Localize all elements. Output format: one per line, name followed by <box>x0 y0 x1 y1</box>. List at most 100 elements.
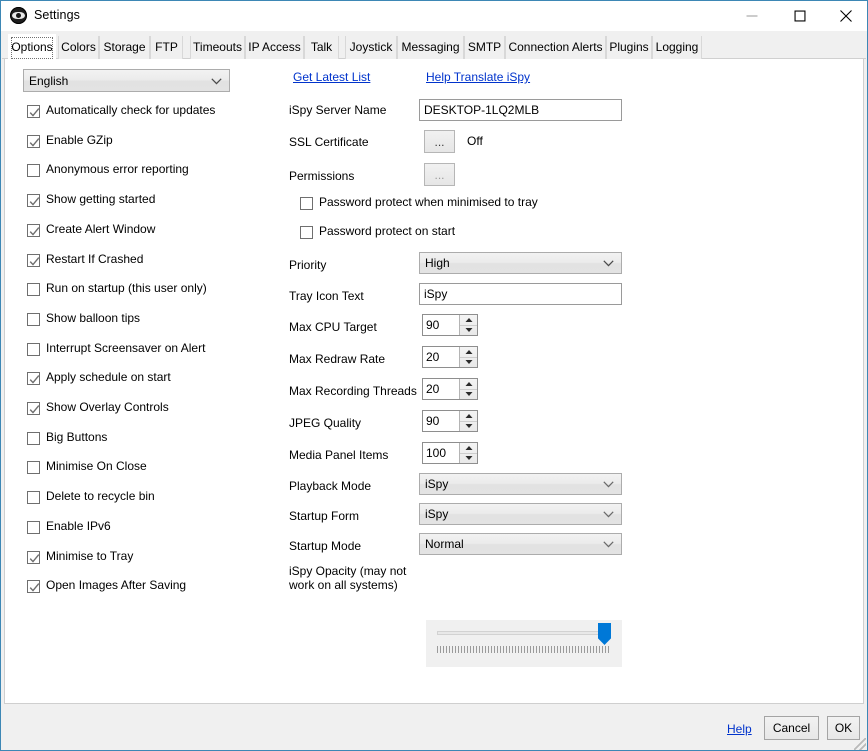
chevron-down-icon <box>603 256 614 270</box>
tab-timeouts[interactable]: Timeouts <box>190 36 245 59</box>
permissions-label: Permissions <box>289 169 355 183</box>
stepper-down-button[interactable] <box>460 325 477 335</box>
max-redraw-rate-value: 20 <box>426 350 440 364</box>
checkbox-box <box>27 580 40 594</box>
priority-select[interactable]: High <box>419 252 622 274</box>
chevron-down-icon <box>465 456 472 460</box>
checkbox-box <box>27 283 40 297</box>
max-cpu-target-stepper[interactable]: 90 <box>422 314 478 336</box>
check-icon <box>29 405 40 414</box>
checkbox-box <box>27 253 40 267</box>
max-redraw-rate-stepper[interactable]: 20 <box>422 346 478 368</box>
checkbox-label: Show Overlay Controls <box>46 400 169 414</box>
resize-grip[interactable] <box>854 738 866 750</box>
language-select[interactable]: English <box>23 69 230 92</box>
checkbox-label: Delete to recycle bin <box>46 489 155 504</box>
server-name-label: iSpy Server Name <box>289 103 387 117</box>
checkbox-label: Open Images After Saving <box>46 578 187 593</box>
checkbox-box <box>300 226 313 239</box>
checkbox-box <box>27 461 40 475</box>
checkbox-box <box>300 197 313 210</box>
help-translate-link[interactable]: Help Translate iSpy <box>426 70 530 84</box>
ssl-certificate-browse-button[interactable]: ... <box>424 130 455 153</box>
server-name-value: DESKTOP-1LQ2MLB <box>424 103 540 117</box>
checkbox-box <box>27 164 40 178</box>
checkbox-box <box>27 134 40 148</box>
title-bar: Settings <box>1 1 867 31</box>
tab-talk[interactable]: Talk <box>304 36 339 59</box>
checkbox-box <box>27 431 40 445</box>
media-panel-items-stepper[interactable]: 100 <box>422 442 478 464</box>
priority-label: Priority <box>289 258 327 272</box>
close-button[interactable] <box>823 1 867 31</box>
opacity-thumb[interactable] <box>598 623 611 645</box>
checkbox-label: Show balloon tips <box>46 310 141 325</box>
permissions-browse-button[interactable]: ... <box>424 163 455 186</box>
tab-label: SMTP <box>467 40 502 54</box>
playback-mode-select[interactable]: iSpy <box>419 473 622 495</box>
cancel-button[interactable]: Cancel <box>764 716 819 740</box>
checkbox-label: Minimise On Close <box>46 459 147 474</box>
stepper-buttons <box>459 379 477 399</box>
window-title: Settings <box>34 8 80 22</box>
tab-label: FTP <box>155 40 178 54</box>
tab-ftp[interactable]: FTP <box>150 36 183 59</box>
tab-plugins[interactable]: Plugins <box>606 36 652 59</box>
tab-label: Storage <box>103 40 146 54</box>
tab-label: Talk <box>310 40 333 54</box>
server-name-input[interactable]: DESKTOP-1LQ2MLB <box>419 99 622 121</box>
jpeg-quality-stepper[interactable]: 90 <box>422 410 478 432</box>
chevron-up-icon <box>465 414 472 418</box>
chevron-up-icon <box>465 350 472 354</box>
checkbox-box <box>27 194 40 208</box>
opacity-label: iSpy Opacity (may not work on all system… <box>289 564 407 592</box>
chevron-up-icon <box>465 446 472 450</box>
stepper-down-button[interactable] <box>460 389 477 399</box>
ssl-certificate-status: Off <box>467 134 483 148</box>
check-icon <box>29 108 40 117</box>
max-recording-threads-stepper[interactable]: 20 <box>422 378 478 400</box>
stepper-buttons <box>459 443 477 463</box>
tab-logging[interactable]: Logging <box>652 36 702 59</box>
tab-joystick[interactable]: Joystick <box>345 36 397 59</box>
tray-icon-text-input[interactable]: iSpy <box>419 283 622 305</box>
stepper-buttons <box>459 315 477 335</box>
startup-form-select[interactable]: iSpy <box>419 503 622 525</box>
chevron-down-icon <box>603 537 614 551</box>
media-panel-items-label: Media Panel Items <box>289 448 389 462</box>
opacity-slider[interactable] <box>426 620 622 667</box>
tab-colors[interactable]: Colors <box>58 36 99 59</box>
minimize-button[interactable] <box>729 1 775 31</box>
maximize-button[interactable] <box>777 1 823 31</box>
tab-messaging[interactable]: Messaging <box>397 36 464 59</box>
checkbox-label: Automatically check for updates <box>46 103 216 117</box>
stepper-down-button[interactable] <box>460 421 477 431</box>
tab-connection-alerts[interactable]: Connection Alerts <box>505 36 606 59</box>
chevron-down-icon <box>465 328 472 332</box>
cancel-button-label: Cancel <box>772 721 811 735</box>
get-latest-list-link[interactable]: Get Latest List <box>293 70 370 84</box>
check-icon <box>29 197 40 206</box>
checkbox-box <box>27 223 40 237</box>
checkbox-label: Restart If Crashed <box>46 251 144 266</box>
ssl-certificate-label: SSL Certificate <box>289 135 369 149</box>
tab-options[interactable]: Options <box>8 34 56 59</box>
ispy-eye-icon <box>10 7 27 24</box>
chevron-down-icon <box>211 74 222 88</box>
checkbox-label: Enable GZip <box>46 132 113 147</box>
max-recording-threads-label: Max Recording Threads <box>289 384 417 398</box>
startup-mode-select[interactable]: Normal <box>419 533 622 555</box>
stepper-down-button[interactable] <box>460 357 477 367</box>
tab-label: IP Access <box>248 40 301 54</box>
tab-smtp[interactable]: SMTP <box>464 36 505 59</box>
tab-storage[interactable]: Storage <box>99 36 150 59</box>
max-redraw-rate-label: Max Redraw Rate <box>289 352 386 366</box>
help-link[interactable]: Help <box>727 722 752 736</box>
tab-ip-access[interactable]: IP Access <box>245 36 304 59</box>
chevron-down-icon <box>465 424 472 428</box>
ok-button[interactable]: OK <box>827 716 860 740</box>
stepper-down-button[interactable] <box>460 453 477 463</box>
tab-label: Options <box>11 40 53 54</box>
stepper-buttons <box>459 411 477 431</box>
chevron-down-icon <box>603 507 614 521</box>
